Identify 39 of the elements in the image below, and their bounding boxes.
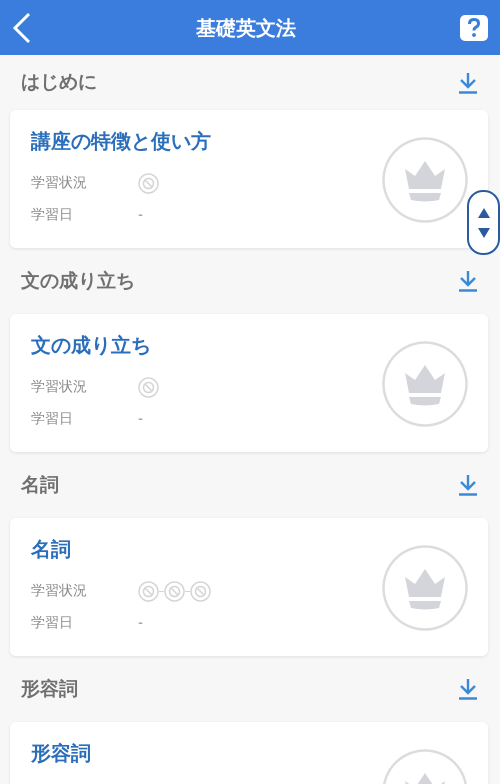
date-label: 学習日 xyxy=(31,614,74,633)
lesson-card[interactable]: 名詞 学習状況 学習日 - xyxy=(10,518,488,656)
download-icon[interactable] xyxy=(458,678,478,700)
down-icon[interactable] xyxy=(478,228,490,238)
download-icon[interactable] xyxy=(458,72,478,94)
date-label: 学習日 xyxy=(31,410,74,429)
lesson-title: 形容詞 xyxy=(31,740,91,767)
lesson-card[interactable]: 講座の特徴と使い方 学習状況 学習日 - xyxy=(10,110,488,248)
scroll-buttons[interactable] xyxy=(467,190,500,255)
crown-badge-icon xyxy=(382,137,468,223)
status-label: 学習状況 xyxy=(31,582,88,601)
lesson-card[interactable]: 文の成り立ち 学習状況 学習日 - xyxy=(10,314,488,452)
page-title: 基礎英文法 xyxy=(196,14,296,42)
section-heading: 形容詞 xyxy=(21,676,78,702)
date-value: - xyxy=(138,614,144,633)
status-icon xyxy=(138,377,159,398)
section-heading: 文の成り立ち xyxy=(21,268,135,294)
help-icon[interactable] xyxy=(460,14,488,40)
date-label: 学習日 xyxy=(31,206,74,225)
crown-badge-icon xyxy=(382,545,468,631)
back-icon[interactable] xyxy=(12,12,32,44)
up-icon[interactable] xyxy=(478,208,490,218)
lesson-card[interactable]: 形容詞 xyxy=(10,722,488,784)
section-heading: はじめに xyxy=(21,70,97,96)
lesson-title: 講座の特徴と使い方 xyxy=(31,128,211,155)
status-icon xyxy=(138,173,159,194)
date-value: - xyxy=(138,410,144,429)
lesson-title: 名詞 xyxy=(31,536,71,563)
section-heading: 名詞 xyxy=(21,472,59,498)
download-icon[interactable] xyxy=(458,474,478,496)
crown-badge-icon xyxy=(382,341,468,427)
download-icon[interactable] xyxy=(458,270,478,292)
status-label: 学習状況 xyxy=(31,174,88,193)
lesson-title: 文の成り立ち xyxy=(31,332,151,359)
status-label: 学習状況 xyxy=(31,378,88,397)
status-icon xyxy=(190,581,211,602)
status-icon xyxy=(164,581,185,602)
status-icon xyxy=(138,581,159,602)
date-value: - xyxy=(138,206,144,225)
